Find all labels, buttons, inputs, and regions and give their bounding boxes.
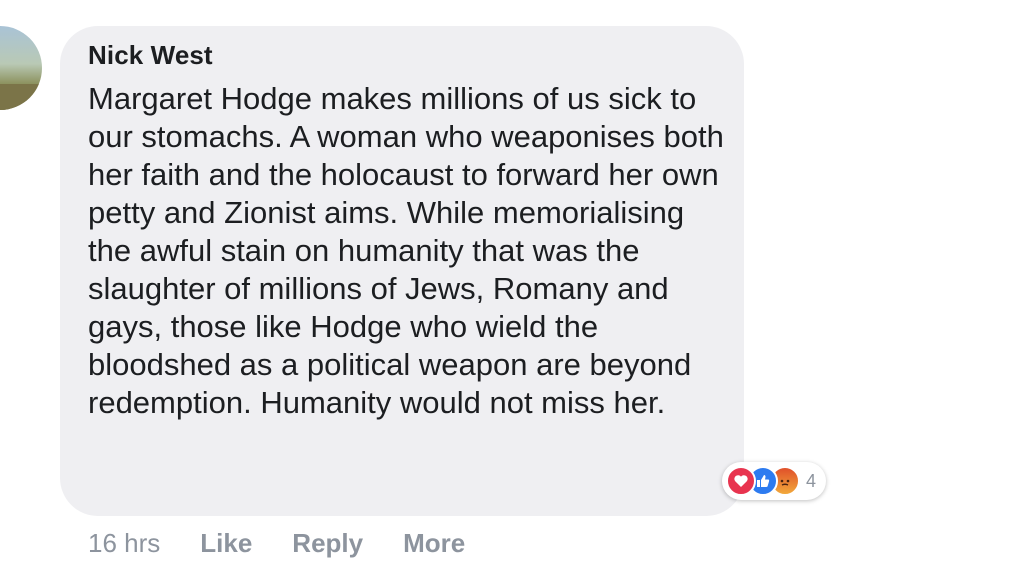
more-button[interactable]: More (403, 528, 465, 559)
avatar[interactable] (0, 26, 42, 110)
comment-timestamp[interactable]: 16 hrs (88, 528, 160, 559)
comment-author[interactable]: Nick West (88, 40, 213, 71)
love-icon (726, 466, 756, 496)
reply-button[interactable]: Reply (292, 528, 363, 559)
reaction-count: 4 (806, 470, 817, 491)
comment-actions: 16 hrs Like Reply More (88, 528, 505, 559)
like-button[interactable]: Like (200, 528, 252, 559)
reactions-summary[interactable]: 4 (722, 462, 827, 500)
comment: Nick West Margaret Hodge makes millions … (0, 0, 1024, 576)
comment-text: Margaret Hodge makes millions of us sick… (88, 81, 724, 420)
